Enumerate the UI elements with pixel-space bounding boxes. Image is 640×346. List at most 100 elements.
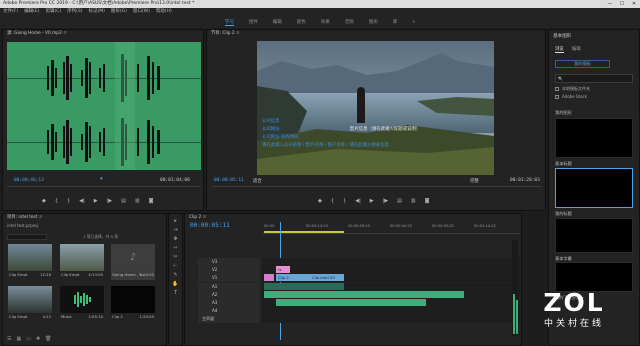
delete-icon[interactable]: 🗑 [45, 336, 51, 342]
template-thumbnail-2[interactable] [555, 168, 633, 208]
source-timecode[interactable]: 00;00;46;13 [14, 178, 44, 183]
slip-tool-icon[interactable]: ⊢ [173, 263, 177, 269]
panel-menu-icon[interactable]: ≡ [236, 31, 240, 36]
project-item-6[interactable]: Clip 2 1:20:03 [111, 286, 155, 322]
menu-help[interactable]: 帮助(H) [156, 8, 172, 16]
panel-menu-icon[interactable]: ≡ [203, 215, 207, 220]
workspace-tab-libraries[interactable]: 库 [393, 19, 398, 25]
template-search-input[interactable]: 🔍 [555, 74, 633, 83]
timeline-timecode[interactable]: 00:00:05:11 [190, 222, 230, 229]
extract-icon[interactable]: ▥ [411, 198, 416, 204]
workspace-tab-color[interactable]: 颜色 [297, 19, 306, 25]
menu-marker[interactable]: 标记(M) [89, 8, 105, 16]
insert-icon[interactable]: ▤ [121, 198, 126, 204]
track-a1[interactable] [262, 283, 520, 291]
track-select-tool-icon[interactable]: ⇥ [173, 227, 177, 233]
pen-tool-icon[interactable]: ✎ [173, 272, 177, 278]
local-templates-checkbox[interactable]: 本地模板文件夹 [555, 86, 590, 92]
project-item-4[interactable]: Clip Empt 4:12 [8, 286, 52, 322]
project-tab[interactable]: 项目: intel test ≡ [3, 214, 166, 222]
project-item-5[interactable]: Music 1:05:10 [60, 286, 104, 322]
track-a2[interactable] [262, 291, 520, 299]
workspace-tab-audio[interactable]: 音频 [345, 19, 354, 25]
tab-browse[interactable]: 浏览 [555, 46, 564, 53]
track-v1[interactable]: Clip 2 Clip Intel 03 [262, 274, 520, 282]
mark-in-icon[interactable]: ◆ [42, 198, 46, 204]
program-zoom-select[interactable]: 适合 [253, 178, 262, 184]
workspace-tab-effects[interactable]: 效果 [321, 19, 330, 25]
video-clip-2[interactable]: Clip Intel 03 [310, 274, 344, 281]
goto-in-icon[interactable]: } [343, 198, 346, 204]
workspace-tab-learning[interactable]: 学习 [224, 19, 234, 26]
step-forward-icon[interactable]: |▶ [107, 198, 113, 204]
track-master[interactable] [262, 315, 520, 323]
new-bin-icon[interactable]: ▭ [26, 336, 31, 342]
export-frame-icon[interactable]: ◙ [425, 198, 430, 204]
program-monitor-tab[interactable]: 节目: Clip 2 ≡ [207, 30, 545, 38]
music-clip[interactable] [264, 291, 464, 298]
timeline-tab[interactable]: Clip 2 ≡ [185, 214, 521, 222]
audio-waveform[interactable] [7, 42, 201, 170]
menu-window[interactable]: 窗口(W) [133, 8, 150, 16]
my-templates-button[interactable]: 我的模板 [555, 60, 610, 68]
template-thumbnail-1[interactable] [555, 118, 633, 158]
graphic-clip[interactable]: fx [276, 266, 290, 273]
project-search-input[interactable] [7, 234, 47, 240]
minimize-button[interactable]: — [604, 0, 616, 8]
step-back-icon[interactable]: ◀| [355, 198, 361, 204]
type-tool-icon[interactable]: T [174, 290, 177, 296]
mark-out-icon[interactable]: { [331, 198, 334, 204]
play-icon[interactable]: ▶ [94, 198, 98, 204]
panel-menu-icon[interactable]: ≡ [63, 31, 67, 36]
step-forward-icon[interactable]: |▶ [383, 198, 389, 204]
tab-edit[interactable]: 编辑 [572, 46, 581, 53]
checkbox-icon[interactable] [555, 87, 559, 91]
panel-menu-icon[interactable]: ≡ [39, 215, 43, 220]
adobe-stock-checkbox[interactable]: Adobe Stock [555, 94, 587, 99]
razor-tool-icon[interactable]: ✂ [173, 254, 177, 260]
list-view-icon[interactable]: ☰ [7, 336, 11, 342]
mark-in-icon[interactable]: ◆ [318, 198, 322, 204]
program-quality-select[interactable]: 完整 [470, 178, 479, 184]
workspace-tab-graphics[interactable]: 图形 [369, 19, 378, 25]
track-a3[interactable] [262, 299, 520, 307]
program-video-frame[interactable] [257, 41, 494, 175]
menu-file[interactable]: 文件(F) [3, 8, 18, 16]
step-back-icon[interactable]: ◀| [79, 198, 85, 204]
lift-icon[interactable]: ▤ [397, 198, 402, 204]
project-item-3[interactable]: ♪ Going Home - V... 1:04:00 [111, 244, 155, 280]
program-time-ruler[interactable] [212, 186, 542, 192]
rate-stretch-tool-icon[interactable]: ⇿ [173, 245, 177, 251]
maximize-button[interactable]: ☐ [616, 0, 628, 8]
workspace-tab-assembly[interactable]: 组件 [249, 19, 258, 25]
close-button[interactable]: ✕ [628, 0, 640, 8]
menu-sequence[interactable]: 序列(S) [67, 8, 82, 16]
audio-clip-1[interactable] [264, 283, 344, 290]
transition-clip[interactable] [264, 274, 274, 281]
goto-in-icon[interactable]: } [67, 198, 70, 204]
workspace-more-button[interactable]: » [412, 19, 415, 25]
menu-edit[interactable]: 编辑(E) [24, 8, 39, 16]
work-area-bar[interactable] [264, 231, 344, 233]
audio-clip-2[interactable] [276, 299, 426, 306]
project-item-1[interactable]: Clip Empt 12:20 [8, 244, 52, 280]
program-timecode[interactable]: 00:00:05:11 [214, 178, 244, 183]
track-v2[interactable]: fx [262, 266, 520, 274]
track-v3[interactable] [262, 258, 520, 266]
new-item-icon[interactable]: ✚ [36, 336, 40, 342]
source-playhead-marker[interactable]: ▼ [100, 177, 103, 182]
track-a4[interactable] [262, 307, 520, 315]
workspace-tab-editing[interactable]: 编辑 [273, 19, 282, 25]
play-icon[interactable]: ▶ [370, 198, 374, 204]
icon-view-icon[interactable]: ▦ [16, 336, 21, 342]
source-time-ruler[interactable] [7, 186, 201, 192]
overwrite-icon[interactable]: ▥ [135, 198, 140, 204]
template-thumbnail-3[interactable] [555, 218, 633, 253]
timeline-ruler[interactable]: 00:00 00:00:14:23 00:00:29:23 00:00:44:2… [262, 222, 520, 234]
menu-clip[interactable]: 剪辑(C) [45, 8, 61, 16]
video-clip-1[interactable]: Clip 2 [276, 274, 310, 281]
hand-tool-icon[interactable]: ✋ [172, 281, 178, 287]
project-item-2[interactable]: Clip Empt 4:13:05 [60, 244, 104, 280]
export-frame-icon[interactable]: ◙ [149, 198, 154, 204]
source-monitor-tab[interactable]: 源: Going Home - V0.mp3 ≡ [3, 30, 203, 38]
